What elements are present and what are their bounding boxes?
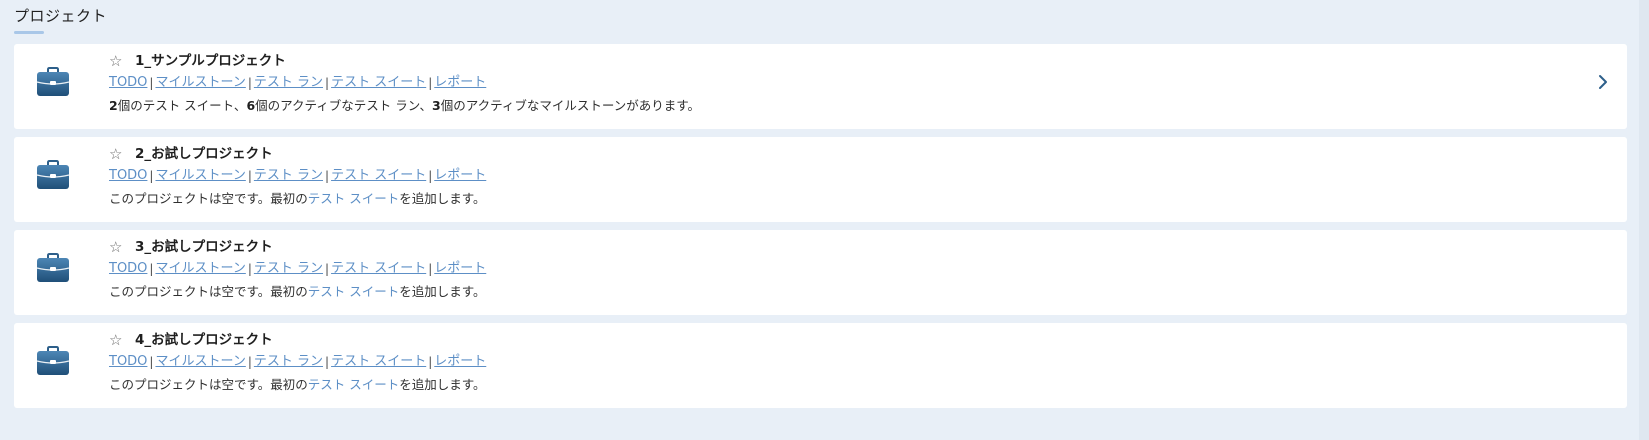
summary-text: 個のアクティブなテスト ラン、	[255, 98, 432, 113]
project-card[interactable]: ☆ 2_お試しプロジェクト TODO | マイルストーン | テスト ラン | …	[14, 137, 1627, 222]
project-title-row: ☆ 3_お試しプロジェクト	[109, 236, 1567, 258]
project-summary: 2 個のテスト スイート、 6 個のアクティブなテスト ラン、 3 個のアクティ…	[109, 94, 1567, 118]
link-separator: |	[428, 169, 433, 183]
project-empty-message: このプロジェクトは空です。最初の テスト スイート を追加します。	[109, 187, 1567, 211]
link-separator: |	[325, 169, 330, 183]
section-title: プロジェクト	[14, 7, 108, 25]
summary-text: 個のアクティブなマイルストーンがあります。	[440, 98, 700, 113]
project-empty-message: このプロジェクトは空です。最初の テスト スイート を追加します。	[109, 280, 1567, 304]
link-separator: |	[428, 262, 433, 276]
link-separator: |	[149, 76, 154, 90]
project-body: ☆ 1_サンプルプロジェクト TODO | マイルストーン | テスト ラン |…	[109, 50, 1567, 118]
milestones-link[interactable]: マイルストーン	[155, 259, 245, 279]
project-title-row: ☆ 4_お試しプロジェクト	[109, 329, 1567, 351]
star-icon[interactable]: ☆	[109, 144, 127, 164]
project-links: TODO | マイルストーン | テスト ラン | テスト スイート | レポー…	[109, 351, 1567, 373]
project-title-row: ☆ 1_サンプルプロジェクト	[109, 50, 1567, 72]
star-icon[interactable]: ☆	[109, 237, 127, 257]
empty-message-text: を追加します。	[399, 284, 486, 299]
link-separator: |	[325, 355, 330, 369]
projects-page: プロジェクト ☆ 1_サンプルプロジェクト TODO | マイルストーン | テ…	[0, 0, 1649, 440]
test-runs-link[interactable]: テスト ラン	[254, 259, 323, 279]
project-body: ☆ 3_お試しプロジェクト TODO | マイルストーン | テスト ラン | …	[109, 236, 1567, 304]
project-body: ☆ 4_お試しプロジェクト TODO | マイルストーン | テスト ラン | …	[109, 329, 1567, 397]
project-links: TODO | マイルストーン | テスト ラン | テスト スイート | レポー…	[109, 165, 1567, 187]
scrollbar-track[interactable]	[1639, 0, 1649, 440]
link-separator: |	[428, 76, 433, 90]
empty-message-text: このプロジェクトは空です。最初の	[109, 191, 308, 206]
link-separator: |	[149, 262, 154, 276]
empty-message-text: を追加します。	[399, 191, 486, 206]
todo-link[interactable]: TODO	[109, 352, 147, 372]
briefcase-icon	[36, 67, 70, 96]
project-links: TODO | マイルストーン | テスト ラン | テスト スイート | レポー…	[109, 72, 1567, 94]
project-card[interactable]: ☆ 1_サンプルプロジェクト TODO | マイルストーン | テスト ラン |…	[14, 44, 1627, 129]
add-test-suite-link[interactable]: テスト スイート	[308, 189, 399, 209]
summary-text: 個のテスト スイート、	[117, 98, 247, 113]
reports-link[interactable]: レポート	[434, 352, 486, 372]
briefcase-icon	[36, 346, 70, 375]
milestones-link[interactable]: マイルストーン	[155, 73, 245, 93]
test-suites-link[interactable]: テスト スイート	[331, 166, 426, 186]
project-name[interactable]: 3_お試しプロジェクト	[135, 237, 273, 257]
star-icon[interactable]: ☆	[109, 330, 127, 350]
project-card[interactable]: ☆ 4_お試しプロジェクト TODO | マイルストーン | テスト ラン | …	[14, 323, 1627, 408]
test-runs-link[interactable]: テスト ラン	[254, 166, 323, 186]
link-separator: |	[325, 262, 330, 276]
milestones-count: 3	[432, 98, 441, 113]
todo-link[interactable]: TODO	[109, 73, 147, 93]
todo-link[interactable]: TODO	[109, 259, 147, 279]
runs-count: 6	[246, 98, 256, 113]
section-title-underline	[14, 31, 44, 34]
add-test-suite-link[interactable]: テスト スイート	[308, 375, 399, 395]
project-body: ☆ 2_お試しプロジェクト TODO | マイルストーン | テスト ラン | …	[109, 143, 1567, 211]
link-separator: |	[247, 76, 252, 90]
add-test-suite-link[interactable]: テスト スイート	[308, 282, 399, 302]
reports-link[interactable]: レポート	[434, 259, 486, 279]
link-separator: |	[325, 76, 330, 90]
test-suites-link[interactable]: テスト スイート	[331, 352, 426, 372]
link-separator: |	[149, 169, 154, 183]
empty-message-text: このプロジェクトは空です。最初の	[109, 377, 308, 392]
project-title-row: ☆ 2_お試しプロジェクト	[109, 143, 1567, 165]
project-links: TODO | マイルストーン | テスト ラン | テスト スイート | レポー…	[109, 258, 1567, 280]
test-suites-link[interactable]: テスト スイート	[331, 73, 426, 93]
briefcase-icon	[36, 253, 70, 282]
link-separator: |	[149, 355, 154, 369]
project-name[interactable]: 2_お試しプロジェクト	[135, 144, 273, 164]
project-card[interactable]: ☆ 3_お試しプロジェクト TODO | マイルストーン | テスト ラン | …	[14, 230, 1627, 315]
suites-count: 2	[109, 98, 118, 113]
empty-message-text: を追加します。	[399, 377, 486, 392]
section-header: プロジェクト	[14, 6, 107, 34]
project-name[interactable]: 1_サンプルプロジェクト	[135, 51, 286, 71]
link-separator: |	[428, 355, 433, 369]
milestones-link[interactable]: マイルストーン	[155, 166, 245, 186]
test-runs-link[interactable]: テスト ラン	[254, 73, 323, 93]
test-runs-link[interactable]: テスト ラン	[254, 352, 323, 372]
project-empty-message: このプロジェクトは空です。最初の テスト スイート を追加します。	[109, 373, 1567, 397]
briefcase-icon	[36, 160, 70, 189]
link-separator: |	[247, 355, 252, 369]
chevron-right-icon[interactable]	[1595, 72, 1611, 92]
test-suites-link[interactable]: テスト スイート	[331, 259, 426, 279]
reports-link[interactable]: レポート	[434, 166, 486, 186]
star-icon[interactable]: ☆	[109, 51, 127, 71]
todo-link[interactable]: TODO	[109, 166, 147, 186]
reports-link[interactable]: レポート	[434, 73, 486, 93]
empty-message-text: このプロジェクトは空です。最初の	[109, 284, 308, 299]
project-list: ☆ 1_サンプルプロジェクト TODO | マイルストーン | テスト ラン |…	[14, 44, 1627, 416]
link-separator: |	[247, 262, 252, 276]
project-name[interactable]: 4_お試しプロジェクト	[135, 330, 273, 350]
milestones-link[interactable]: マイルストーン	[155, 352, 245, 372]
link-separator: |	[247, 169, 252, 183]
